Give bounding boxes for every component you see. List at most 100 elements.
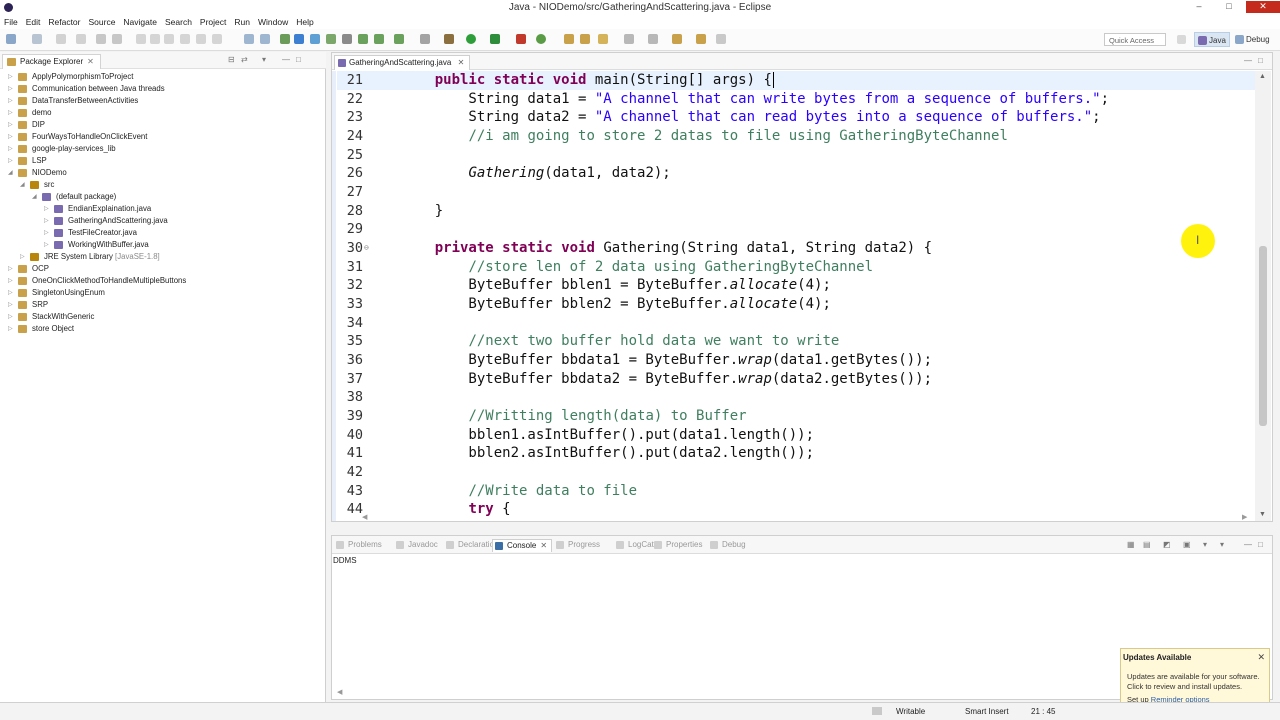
fold-icon[interactable]: ⊖ xyxy=(364,239,369,258)
menu-source[interactable]: Source xyxy=(84,15,119,27)
code-line[interactable]: 34 xyxy=(337,314,1255,333)
code-line[interactable]: 41 bblen2.asIntBuffer().put(data2.length… xyxy=(337,444,1255,463)
new-java-class-icon[interactable] xyxy=(536,34,546,44)
coverage-icon[interactable] xyxy=(490,34,500,44)
expand-arrow-icon[interactable]: ▷ xyxy=(8,121,13,128)
code-line[interactable]: 21 public static void main(String[] args… xyxy=(337,71,1255,90)
terminate-icon[interactable] xyxy=(112,34,122,44)
expand-arrow-icon[interactable]: ▷ xyxy=(8,133,13,140)
code-line[interactable]: 39 //Writting length(data) to Buffer xyxy=(337,407,1255,426)
debug-perspective-button[interactable]: Debug xyxy=(1232,32,1273,47)
java-perspective-button[interactable]: Java xyxy=(1194,32,1230,47)
menu-run[interactable]: Run xyxy=(230,15,254,27)
search-icon[interactable] xyxy=(598,34,608,44)
vertical-scrollbar[interactable]: ▲ ▼ xyxy=(1255,71,1271,521)
maximize-editor-icon[interactable]: □ xyxy=(1258,57,1267,65)
tree-item[interactable]: ▷ JRE System Library [JavaSE-1.8] xyxy=(0,251,326,263)
debug-icon[interactable] xyxy=(444,34,454,44)
next-annotation-icon[interactable] xyxy=(624,34,634,44)
tree-item[interactable]: ▷ demo xyxy=(0,107,326,119)
last-edit-icon[interactable] xyxy=(716,34,726,44)
updates-notification[interactable]: Updates Available ✕ Updates are availabl… xyxy=(1120,648,1270,706)
minimize-button[interactable]: – xyxy=(1188,1,1210,13)
console-tab-problems[interactable]: Problems xyxy=(334,539,386,552)
maximize-button[interactable]: □ xyxy=(1218,1,1240,13)
tree-item[interactable]: ▷ StackWithGeneric xyxy=(0,311,326,323)
open-type-icon[interactable] xyxy=(580,34,590,44)
step-over-icon[interactable] xyxy=(196,34,206,44)
code-line[interactable]: 24 //i am going to store 2 datas to file… xyxy=(337,127,1255,146)
close-icon[interactable]: ✕ xyxy=(87,57,94,66)
code-line[interactable]: 38 xyxy=(337,388,1255,407)
console-tab-debug[interactable]: Debug xyxy=(708,539,750,552)
tree-item[interactable]: ▷ WorkingWithBuffer.java xyxy=(0,239,326,251)
expand-arrow-icon[interactable]: ▷ xyxy=(8,97,13,104)
save-all-icon[interactable] xyxy=(56,34,66,44)
expand-arrow-icon[interactable]: ◢ xyxy=(32,193,37,200)
tree-item[interactable]: ▷ EndianExplaination.java xyxy=(0,203,326,215)
expand-arrow-icon[interactable]: ◢ xyxy=(20,181,25,188)
new-icon[interactable] xyxy=(6,34,16,44)
minimize-editor-icon[interactable]: — xyxy=(1244,57,1253,65)
tree-item[interactable]: ▷ OCP xyxy=(0,263,326,275)
expand-arrow-icon[interactable]: ▷ xyxy=(44,217,49,224)
close-icon[interactable]: ✕ xyxy=(540,541,547,550)
expand-arrow-icon[interactable]: ▷ xyxy=(44,229,49,236)
tree-item[interactable]: ▷ Communication between Java threads xyxy=(0,83,326,95)
menu-search[interactable]: Search xyxy=(161,15,196,27)
collapse-all-icon[interactable]: ⊟ xyxy=(228,56,237,64)
expand-arrow-icon[interactable]: ◢ xyxy=(8,169,13,176)
tree-item[interactable]: ▷ GatheringAndScattering.java xyxy=(0,215,326,227)
avd-manager-icon[interactable] xyxy=(326,34,336,44)
code-line[interactable]: 42 xyxy=(337,463,1255,482)
menu-navigate[interactable]: Navigate xyxy=(119,15,161,27)
expand-arrow-icon[interactable]: ▷ xyxy=(8,277,13,284)
code-area[interactable]: 21 public static void main(String[] args… xyxy=(337,71,1255,519)
lint-icon[interactable] xyxy=(342,34,352,44)
expand-arrow-icon[interactable]: ▷ xyxy=(20,253,25,260)
code-line[interactable]: 26 Gathering(data1, data2); xyxy=(337,164,1255,183)
code-line[interactable]: 36 ByteBuffer bbdata1 = ByteBuffer.wrap(… xyxy=(337,351,1255,370)
horizontal-scrollbar[interactable]: ◀ ▶ xyxy=(362,514,1252,522)
expand-arrow-icon[interactable]: ▷ xyxy=(8,145,13,152)
view-menu-icon[interactable]: ▾ xyxy=(262,56,271,64)
code-line[interactable]: 29 xyxy=(337,220,1255,239)
close-window-button[interactable]: ✕ xyxy=(1246,1,1280,13)
step-return-icon[interactable] xyxy=(212,34,222,44)
code-line[interactable]: 40 bblen1.asIntBuffer().put(data1.length… xyxy=(337,426,1255,445)
tree-item[interactable]: ▷ DIP xyxy=(0,119,326,131)
minimize-console-icon[interactable]: — xyxy=(1244,541,1253,549)
open-perspective-button[interactable] xyxy=(1174,32,1190,47)
minimize-view-icon[interactable]: — xyxy=(282,56,291,64)
expand-arrow-icon[interactable]: ▷ xyxy=(8,301,13,308)
notification-body[interactable]: Updates are available for your software.… xyxy=(1127,672,1267,692)
back-icon[interactable] xyxy=(672,34,682,44)
tree-item[interactable]: ▷ ApplyPolymorphismToProject xyxy=(0,71,326,83)
expand-arrow-icon[interactable]: ▷ xyxy=(8,109,13,116)
pin-icon[interactable] xyxy=(280,34,290,44)
new-android-icon[interactable] xyxy=(358,34,368,44)
tree-item[interactable]: ▷ FourWaysToHandleOnClickEvent xyxy=(0,131,326,143)
expand-arrow-icon[interactable]: ▷ xyxy=(8,265,13,272)
external-tools-icon[interactable] xyxy=(420,34,430,44)
code-line[interactable]: 28 } xyxy=(337,202,1255,221)
package-explorer-tab[interactable]: Package Explorer ✕ xyxy=(2,54,101,69)
scrollbar-thumb[interactable] xyxy=(1259,246,1267,426)
code-line[interactable]: 32 ByteBuffer bblen1 = ByteBuffer.alloca… xyxy=(337,276,1255,295)
menu-window[interactable]: Window xyxy=(254,15,292,27)
expand-arrow-icon[interactable]: ▷ xyxy=(8,325,13,332)
android-sdk-icon[interactable] xyxy=(310,34,320,44)
console-tab-properties[interactable]: Properties xyxy=(652,539,706,552)
menu-help[interactable]: Help xyxy=(292,15,317,27)
open-folder-icon[interactable] xyxy=(564,34,574,44)
stop-icon[interactable] xyxy=(164,34,174,44)
code-line[interactable]: 27 xyxy=(337,183,1255,202)
display-console-icon[interactable]: ▣ xyxy=(1183,541,1192,549)
console-tab-javadoc[interactable]: Javadoc xyxy=(394,539,442,552)
resume-icon[interactable] xyxy=(136,34,146,44)
toggle-block-icon[interactable] xyxy=(244,34,254,44)
expand-arrow-icon[interactable]: ▷ xyxy=(8,73,13,80)
menu-project[interactable]: Project xyxy=(196,15,230,27)
code-line[interactable]: 23 String data2 = "A channel that can re… xyxy=(337,108,1255,127)
tree-item[interactable]: ▷ store Object xyxy=(0,323,326,335)
